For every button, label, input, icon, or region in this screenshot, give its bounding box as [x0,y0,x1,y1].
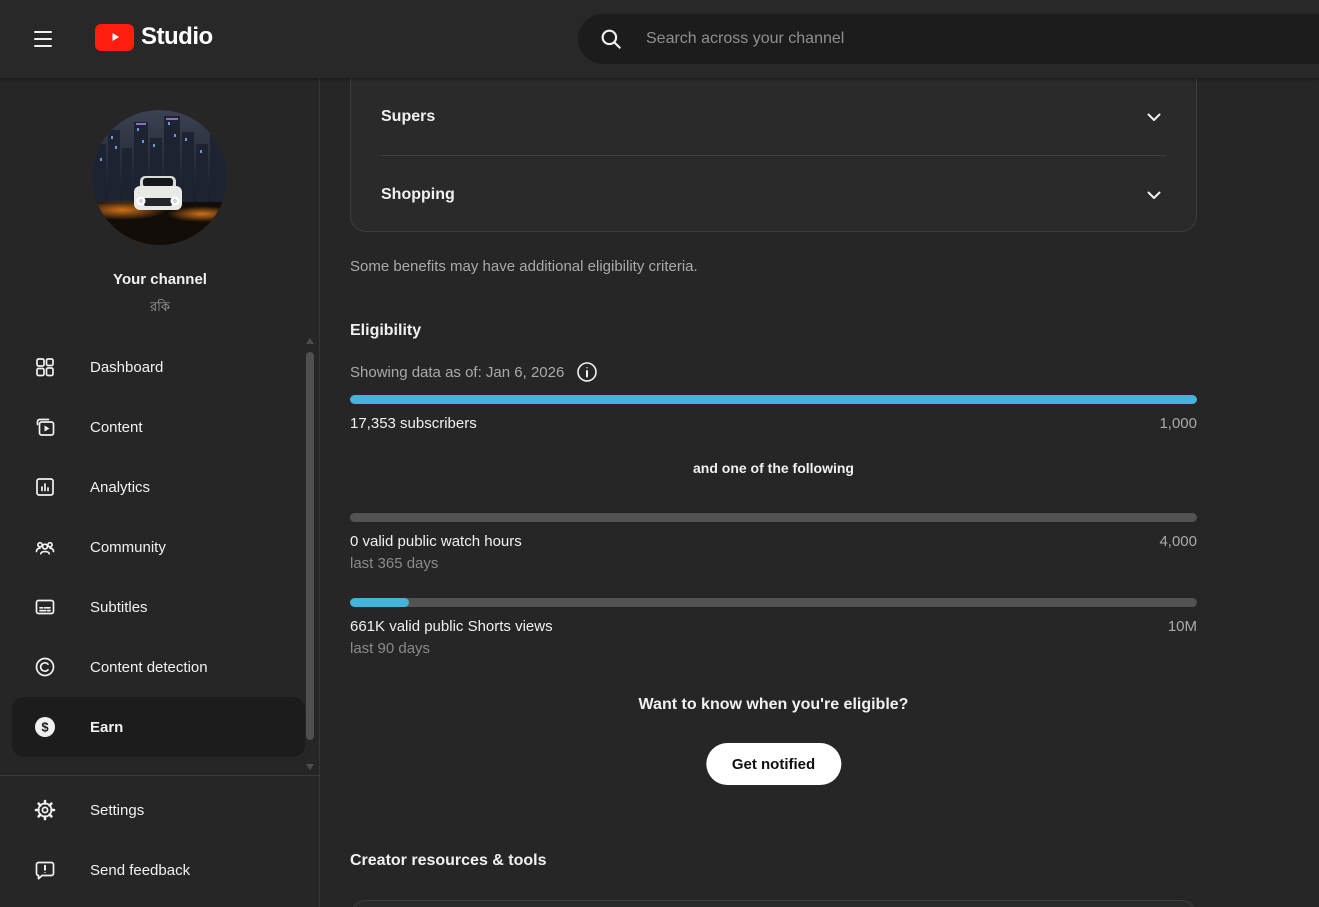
channel-avatar[interactable] [92,110,227,245]
shorts-views-progress-fill [350,598,409,607]
eligibility-title: Eligibility [350,322,421,340]
info-icon[interactable] [576,361,598,383]
sidebar-menu: Dashboard Content Analytics [0,337,320,757]
benefit-section-shopping[interactable]: Shopping [351,156,1196,232]
shorts-views-progress-bar [350,598,1197,607]
chevron-down-icon[interactable] [1142,105,1166,129]
gear-icon [33,798,57,822]
sidebar-item-analytics[interactable]: Analytics [0,457,320,517]
subscribers-target-value: 1,000 [1159,415,1197,432]
get-notified-button[interactable]: Get notified [706,743,841,785]
subscribers-progress-fill [350,395,1197,404]
subscribers-criterion-row: 17,353 subscribers 1,000 [350,415,1197,432]
subtitles-icon [33,595,57,619]
scrollbar-thumb[interactable] [306,352,314,740]
your-channel-label: Your channel [0,271,320,288]
watch-hours-criterion-row: 0 valid public watch hours 4,000 [350,533,1197,550]
scrollbar-down-arrow-icon[interactable] [306,764,314,770]
benefits-note: Some benefits may have additional eligib… [350,258,698,275]
connector-text: and one of the following [350,460,1197,476]
menu-hamburger-icon[interactable] [29,25,57,53]
watch-hours-period: last 365 days [350,555,438,572]
sidebar-divider [0,775,320,776]
sidebar-item-dashboard[interactable]: Dashboard [0,337,320,397]
shorts-views-criterion-row: 661K valid public Shorts views 10M [350,618,1197,635]
content-icon [33,415,57,439]
sidebar-item-community[interactable]: Community [0,517,320,577]
sidebar-item-settings[interactable]: Settings [0,780,320,840]
studio-logo[interactable]: Studio [95,23,213,51]
subscribers-progress-bar [350,395,1197,404]
sidebar: Your channel রকি Dashboard Content [0,78,320,907]
channel-search-bar[interactable] [578,14,1319,64]
channel-name: রকি [0,298,320,319]
sidebar-footer-menu: Settings Send feedback [0,780,320,900]
scrollbar-up-arrow-icon[interactable] [306,338,314,344]
sidebar-item-content-detection[interactable]: Content detection [0,637,320,697]
analytics-icon [33,475,57,499]
youtube-play-icon [95,24,134,51]
eligible-question: Want to know when you're eligible? [350,696,1197,714]
search-input[interactable] [646,30,1319,48]
sidebar-item-send-feedback[interactable]: Send feedback [0,840,320,900]
creator-resources-title: Creator resources & tools [350,852,547,870]
benefits-card: Supers Shopping [350,78,1197,232]
shorts-views-period: last 90 days [350,640,430,657]
sidebar-item-subtitles[interactable]: Subtitles [0,577,320,637]
chevron-down-icon[interactable] [1142,183,1166,207]
data-as-of-text: Showing data as of: Jan 6, 2026 [350,364,564,381]
app-title: Studio [141,23,213,51]
shorts-views-target-value: 10M [1168,618,1197,635]
youtube-studio-app: Studio [0,0,1319,907]
sidebar-item-earn[interactable]: $ Earn [12,697,305,757]
search-icon [598,26,624,52]
svg-text:$: $ [41,720,49,735]
shorts-views-current-value: 661K valid public Shorts views [350,618,553,635]
data-as-of-row: Showing data as of: Jan 6, 2026 [350,361,598,383]
creator-resources-card [350,900,1197,907]
dollar-icon: $ [33,715,57,739]
watch-hours-progress-bar [350,513,1197,522]
community-icon [33,535,57,559]
feedback-icon [33,858,57,882]
copyright-icon [33,655,57,679]
sidebar-scrollbar[interactable] [305,338,315,770]
main-content: Supers Shopping Some benefits may have a… [321,78,1319,907]
dashboard-icon [33,355,57,379]
sidebar-item-content[interactable]: Content [0,397,320,457]
watch-hours-current-value: 0 valid public watch hours [350,533,522,550]
watch-hours-target-value: 4,000 [1159,533,1197,550]
subscribers-current-value: 17,353 subscribers [350,415,477,432]
benefit-section-supers[interactable]: Supers [351,78,1196,155]
top-header: Studio [0,0,1319,78]
